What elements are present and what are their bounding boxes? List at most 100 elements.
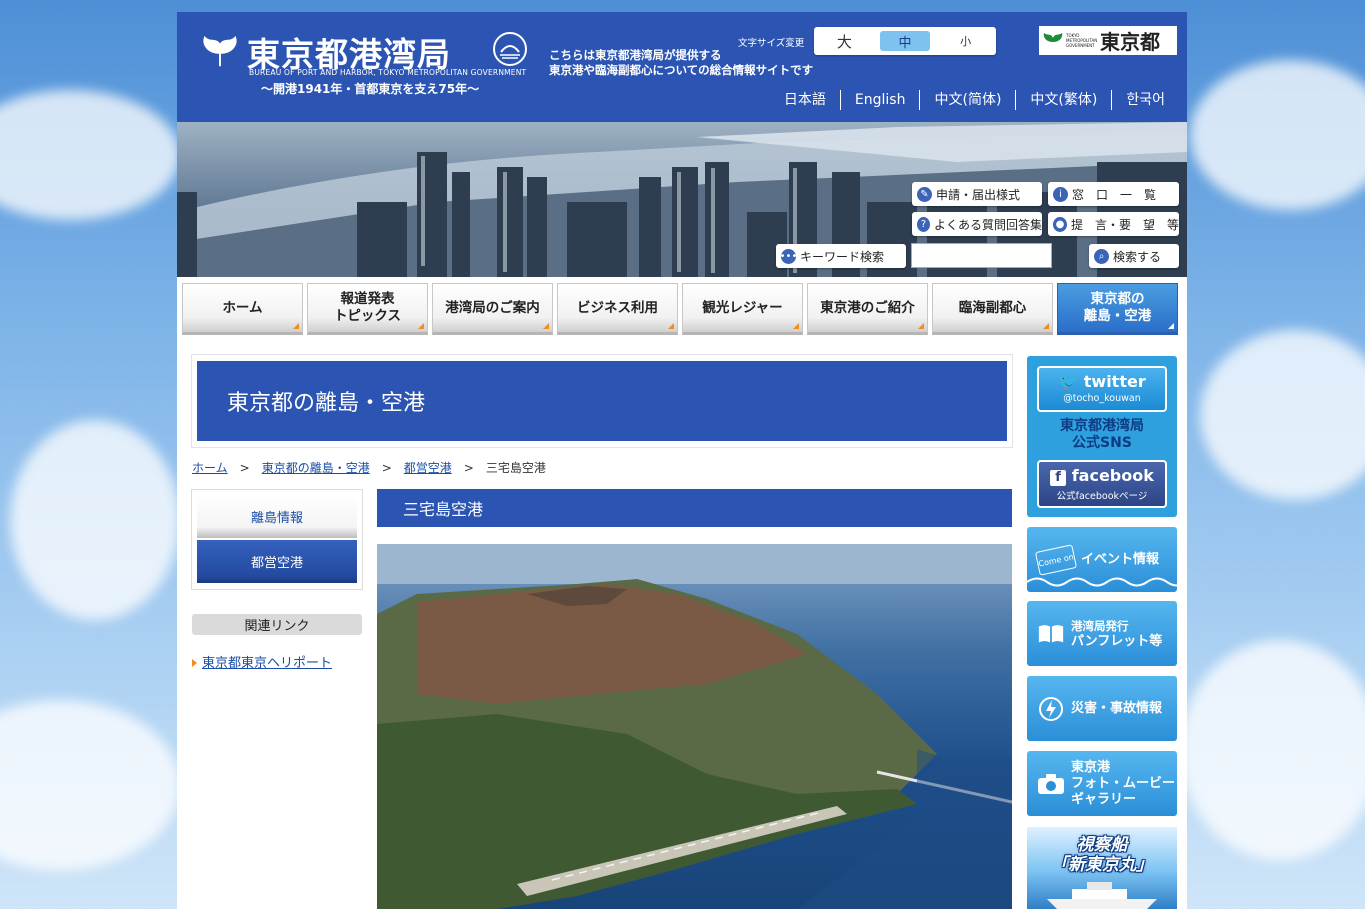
tokyo-metro-logo[interactable]: TOKYO METROPOLITAN GOVERNMENT 東京都: [1039, 26, 1177, 55]
windows-list-label: 窓 口 一 覧: [1072, 187, 1157, 202]
related-links-heading: 関連リンク: [192, 614, 362, 635]
font-size-large-button[interactable]: 大: [819, 31, 869, 51]
nav-home[interactable]: ホーム: [182, 283, 303, 335]
sky-cloud: [1200, 330, 1365, 500]
windows-list-button[interactable]: i窓 口 一 覧: [1048, 182, 1179, 206]
sns-title-line1: 東京都港湾局: [1060, 418, 1144, 434]
lang-english[interactable]: English: [839, 90, 920, 110]
sky-cloud: [10, 420, 180, 620]
twitter-button[interactable]: 🐦 twitter @tocho_kouwan: [1037, 366, 1167, 412]
global-nav: ホーム 報道発表 トピックス 港湾局のご案内 ビジネス利用 観光レジャー 東京港の…: [182, 283, 1182, 337]
search-input[interactable]: [911, 243, 1052, 268]
nav-about[interactable]: 港湾局のご案内: [432, 283, 553, 335]
ginkgo-logo-icon: [203, 35, 237, 67]
nav-port-intro[interactable]: 東京港のご紹介: [807, 283, 928, 335]
side-item-island-info[interactable]: 離島情報: [197, 495, 357, 538]
nav-press-label-2: トピックス: [333, 308, 402, 324]
breadcrumb: ホーム > 東京都の離島・空港 > 都営空港 > 三宅島空港: [192, 459, 546, 476]
lang-korean[interactable]: 한국어: [1111, 90, 1179, 110]
disaster-info-label: 災害・事故情報: [1071, 700, 1163, 716]
nav-business[interactable]: ビジネス利用: [557, 283, 678, 335]
nav-waterfront[interactable]: 臨海副都心: [932, 283, 1053, 335]
book-icon: [1037, 620, 1065, 648]
site-logo-subtitle: 〜開港1941年・首都東京を支え75年〜: [261, 82, 480, 96]
nav-islands-label-1: 東京都の: [1090, 291, 1145, 307]
event-info-banner[interactable]: Come on イベント情報: [1027, 527, 1177, 592]
pamphlet-banner[interactable]: 港湾局発行 パンフレット等: [1027, 601, 1177, 666]
bureau-emblem-icon: [493, 32, 527, 66]
sns-title-line2: 公式SNS: [1072, 435, 1132, 451]
related-link-heliport[interactable]: 東京都東京ヘリポート: [192, 652, 332, 671]
lang-chinese-simplified[interactable]: 中文(简体): [919, 90, 1015, 110]
page-container: 東京都港湾局 BUREAU OF PORT AND HARBOR, TOKYO …: [177, 12, 1187, 909]
breadcrumb-current: 三宅島空港: [485, 461, 546, 475]
sky-cloud: [0, 90, 180, 220]
nav-islands-label-2: 離島・空港: [1083, 308, 1152, 324]
forms-button-label: 申請・届出様式: [936, 187, 1021, 202]
nav-home-label: ホーム: [222, 299, 263, 316]
search-button[interactable]: ⌕ 検索する: [1089, 244, 1179, 268]
nav-waterfront-label: 臨海副都心: [958, 299, 1027, 316]
breadcrumb-islands[interactable]: 東京都の離島・空港: [262, 461, 370, 475]
nav-about-label: 港湾局のご案内: [445, 299, 540, 316]
tokyo-metro-text: 東京都: [1100, 30, 1160, 54]
lang-japanese[interactable]: 日本語: [770, 90, 840, 110]
photo-gallery-banner[interactable]: 東京港 フォト・ムービー ギャラリー: [1027, 751, 1177, 816]
facebook-icon: f: [1050, 470, 1067, 486]
search-icon: ⌕: [1094, 248, 1109, 264]
nav-leisure[interactable]: 観光レジャー: [682, 283, 803, 335]
nav-leisure-label: 観光レジャー: [702, 299, 783, 316]
font-size-label: 文字サイズ変更: [738, 38, 805, 49]
question-icon: ?: [917, 216, 930, 232]
section-title: 三宅島空港: [377, 489, 1012, 527]
twitter-bird-icon: 🐦: [1058, 372, 1079, 391]
dots-icon: •••: [779, 248, 798, 264]
breadcrumb-home[interactable]: ホーム: [192, 461, 228, 475]
twitter-handle: @tocho_kouwan: [1063, 393, 1141, 404]
pamphlet-label-2: パンフレット等: [1071, 633, 1163, 649]
site-logo-english: BUREAU OF PORT AND HARBOR, TOKYO METROPO…: [249, 68, 527, 77]
hero-banner: ✎ 申請・届出様式 i窓 口 一 覧 ? よくある質問回答集 ● 提 言・要 望 等 …: [177, 122, 1187, 277]
page-title-frame: 東京都の離島・空港: [191, 354, 1013, 448]
pamphlet-label-1: 港湾局発行: [1071, 618, 1129, 633]
side-item-metro-airports[interactable]: 都営空港: [197, 540, 357, 583]
breadcrumb-airports[interactable]: 都営空港: [404, 461, 452, 475]
inspection-ship-title: 視察船 「新東京丸」: [1027, 835, 1177, 875]
breadcrumb-separator: >: [463, 461, 474, 475]
faq-button-label: よくある質問回答集: [933, 217, 1042, 232]
facebook-button[interactable]: f facebook 公式facebookページ: [1037, 460, 1167, 508]
twitter-label: twitter: [1083, 372, 1146, 391]
site-description-line2: 東京港や臨海副都心についての総合情報サイトです: [549, 63, 814, 77]
sky-cloud: [0, 700, 180, 870]
page-title: 東京都の離島・空港: [197, 361, 1007, 441]
sns-title: 東京都港湾局 公式SNS: [1027, 418, 1177, 452]
faq-button[interactable]: ? よくある質問回答集: [912, 212, 1042, 236]
inspection-ship-title-2: 「新東京丸」: [1051, 855, 1153, 875]
proposals-button[interactable]: ● 提 言・要 望 等: [1048, 212, 1179, 236]
sky-cloud: [1180, 640, 1365, 860]
lightning-icon: [1037, 695, 1065, 723]
facebook-label: facebook: [1071, 466, 1154, 485]
lang-chinese-traditional[interactable]: 中文(繁体): [1015, 90, 1111, 110]
nav-islands-airports[interactable]: 東京都の 離島・空港: [1057, 283, 1178, 335]
font-size-medium-button[interactable]: 中: [879, 31, 930, 51]
inspection-ship-banner[interactable]: 視察船 「新東京丸」: [1027, 827, 1177, 909]
proposals-button-label: 提 言・要 望 等: [1070, 217, 1179, 232]
come-on-badge-text: Come on: [1037, 551, 1075, 568]
pamphlet-label: 港湾局発行 パンフレット等: [1071, 618, 1162, 650]
wave-icon: [1027, 577, 1177, 587]
search-button-label: 検索する: [1113, 249, 1162, 264]
font-size-switcher: 大 中 小: [814, 27, 996, 55]
tokyo-ginkgo-icon: [1043, 32, 1063, 49]
nav-press-label-1: 報道発表: [340, 291, 395, 307]
event-info-label: イベント情報: [1081, 551, 1160, 567]
breadcrumb-separator: >: [381, 461, 392, 475]
side-menu: 離島情報 都営空港: [191, 489, 363, 590]
photo-gallery-label-2: フォト・ムービー: [1071, 775, 1176, 791]
font-size-small-button[interactable]: 小: [941, 31, 991, 51]
site-description: こちらは東京都港湾局が提供する 東京港や臨海副都心についての総合情報サイトです: [549, 48, 813, 78]
photo-gallery-label-3: ギャラリー: [1071, 791, 1137, 807]
nav-press[interactable]: 報道発表 トピックス: [307, 283, 428, 335]
forms-button[interactable]: ✎ 申請・届出様式: [912, 182, 1042, 206]
disaster-info-banner[interactable]: 災害・事故情報: [1027, 676, 1177, 741]
